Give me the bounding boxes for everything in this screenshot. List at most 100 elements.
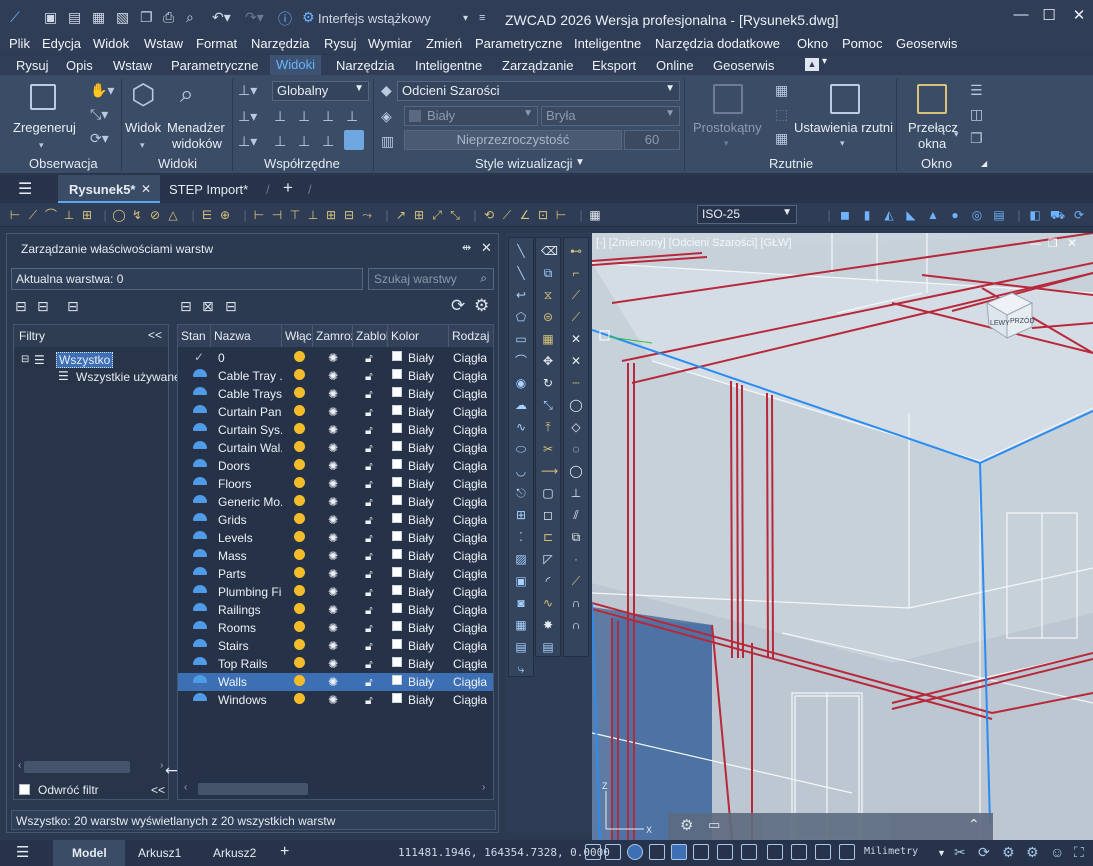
circle-center-icon[interactable]: ◉ bbox=[514, 376, 528, 390]
viewport-controls-label[interactable]: [-] [Zmieniony] [Odcieni Szarości] [GŁW] bbox=[596, 237, 792, 249]
scroll-left-icon[interactable]: ‹ bbox=[18, 760, 21, 771]
menu-item[interactable]: Widok bbox=[93, 36, 129, 51]
refresh-icon[interactable]: ⟳ bbox=[451, 296, 465, 316]
layer-linetype[interactable]: Ciągła bbox=[453, 369, 487, 383]
cascade-icon[interactable]: ❐ bbox=[970, 130, 983, 146]
menu-item[interactable]: Inteligentne bbox=[574, 36, 641, 51]
column-header-name[interactable]: Nazwa bbox=[211, 325, 282, 347]
layer-linetype[interactable]: Ciągła bbox=[453, 423, 487, 437]
properties-icon[interactable]: ▤ bbox=[541, 640, 555, 654]
viewport-settings-icon[interactable] bbox=[830, 84, 860, 114]
lightbulb-icon[interactable] bbox=[294, 405, 305, 416]
layer-name[interactable]: Floors bbox=[218, 477, 282, 491]
dim-update-icon[interactable]: ⟲ bbox=[482, 208, 496, 222]
unlock-icon[interactable]: 🔓︎ bbox=[365, 531, 373, 546]
layer-linetype[interactable]: Ciągła bbox=[453, 585, 487, 599]
set-current-layer-icon[interactable]: ⊟ bbox=[225, 298, 237, 315]
unlock-icon[interactable]: 🔓︎ bbox=[365, 369, 373, 384]
layer-status-icon[interactable] bbox=[193, 585, 207, 593]
dynamic-input-icon[interactable] bbox=[717, 844, 733, 860]
layer-name[interactable]: Railings bbox=[218, 603, 282, 617]
layer-name[interactable]: Cable Tray ... bbox=[218, 369, 282, 383]
workspace-dropdown-icon[interactable]: ▾ bbox=[463, 13, 468, 24]
layer-name[interactable]: Generic Mo... bbox=[218, 495, 282, 509]
doc-tab-step-import[interactable]: STEP Import* bbox=[169, 182, 248, 197]
ellipse-icon[interactable]: ⬭ bbox=[514, 442, 528, 456]
command-line-bar[interactable]: ⚙ ▭ ⌃ bbox=[668, 813, 993, 840]
workspace-icon[interactable]: ⚙ bbox=[1026, 844, 1039, 861]
pan-icon[interactable]: ✋▾ bbox=[90, 82, 114, 98]
model-3d-view[interactable]: LEWY PRZÓD Z X bbox=[592, 233, 1093, 840]
sun-icon[interactable]: ✺ bbox=[328, 675, 338, 689]
layer-status-icon[interactable] bbox=[193, 621, 207, 629]
view-manager-button-line2[interactable]: widoków bbox=[172, 136, 222, 151]
unlock-icon[interactable]: 🔓︎ bbox=[365, 621, 373, 636]
mirror-icon[interactable]: ⧖ bbox=[541, 288, 555, 302]
arc-icon[interactable]: ⌒ bbox=[514, 354, 528, 368]
undo-icon[interactable]: ↶▾ bbox=[212, 9, 231, 26]
lightbulb-icon[interactable] bbox=[294, 459, 305, 470]
color-swatch[interactable] bbox=[392, 603, 402, 613]
column-header-linetype[interactable]: Rodzaj li bbox=[449, 325, 493, 347]
car-icon[interactable]: ⛟ bbox=[1050, 208, 1065, 222]
layer-status-icon[interactable] bbox=[193, 387, 207, 395]
array-icon[interactable]: ▦ bbox=[541, 332, 555, 346]
layer-name[interactable]: Curtain Sys... bbox=[218, 423, 282, 437]
layer-color[interactable]: Biały bbox=[408, 549, 434, 563]
ucs-x-icon[interactable]: ⊥ bbox=[274, 108, 286, 124]
tab-wstaw[interactable]: Wstaw bbox=[113, 58, 152, 73]
table-row[interactable]: Walls ✺ 🔓︎ Biały Ciągła bbox=[178, 673, 493, 691]
tab-widoki[interactable]: Widoki bbox=[270, 55, 322, 75]
table-row[interactable]: Levels ✺ 🔓︎ Biały Ciągła bbox=[178, 529, 493, 547]
polar-icon[interactable] bbox=[649, 844, 665, 860]
sun-icon[interactable]: ✺ bbox=[328, 495, 338, 509]
dim-space-icon[interactable]: ⊤ bbox=[288, 208, 302, 222]
layer-color[interactable]: Biały bbox=[408, 387, 434, 401]
ortho-icon[interactable] bbox=[627, 844, 643, 860]
gear-icon[interactable]: ⚙ bbox=[680, 816, 693, 834]
print-icon[interactable]: ⎙ bbox=[163, 9, 174, 26]
face-style-icon[interactable]: ◈ bbox=[381, 108, 392, 124]
group-window-launcher-icon[interactable]: ◢ bbox=[981, 159, 987, 168]
sun-icon[interactable]: ✺ bbox=[328, 441, 338, 455]
column-header-lock[interactable]: Zablok bbox=[353, 325, 388, 347]
lightbulb-icon[interactable] bbox=[294, 441, 305, 452]
dim-baseline-icon[interactable]: ⊢ bbox=[252, 208, 266, 222]
units-dropdown-icon[interactable]: ▼ bbox=[937, 848, 946, 858]
lightbulb-icon[interactable] bbox=[294, 369, 305, 380]
sun-icon[interactable]: ✺ bbox=[328, 405, 338, 419]
leader-icon[interactable]: ↗ bbox=[394, 208, 408, 222]
sphere-icon[interactable]: ● bbox=[948, 208, 962, 222]
search-input[interactable]: Szukaj warstwy ⌕ bbox=[368, 268, 494, 290]
add-selected-icon[interactable]: ⤷ bbox=[514, 662, 528, 676]
isolate-icon[interactable] bbox=[839, 844, 855, 860]
visual-style-combo[interactable]: Odcieni Szarości ▼ bbox=[397, 81, 680, 101]
sun-icon[interactable]: ✺ bbox=[328, 423, 338, 437]
switch-window-button[interactable]: Przełącz bbox=[908, 120, 958, 135]
tab-layout2[interactable]: Arkusz2 bbox=[213, 846, 256, 860]
layer-linetype[interactable]: Ciągła bbox=[453, 531, 487, 545]
viewport-join-icon[interactable]: ▦ bbox=[775, 82, 788, 98]
lightbulb-icon[interactable] bbox=[294, 693, 305, 704]
layer-status-icon[interactable] bbox=[193, 657, 207, 665]
layer-name[interactable]: Parts bbox=[218, 567, 282, 581]
view-cube-icon[interactable]: ⬡ bbox=[131, 80, 155, 110]
layer-color[interactable]: Biały bbox=[408, 477, 434, 491]
layer-status-icon[interactable] bbox=[193, 369, 207, 377]
command-prompt-icon[interactable]: ▭ bbox=[708, 817, 720, 833]
ucs-icon[interactable]: ⊥▾ bbox=[238, 82, 257, 98]
preview-icon[interactable]: ⌕ bbox=[186, 9, 194, 26]
help-icon[interactable]: ⓘ bbox=[278, 9, 292, 29]
view-manager-button[interactable]: Menadżer bbox=[167, 120, 225, 135]
line-icon[interactable]: ╲ bbox=[514, 244, 528, 258]
ray-icon[interactable]: ╲ bbox=[514, 266, 528, 280]
sun-icon[interactable]: ✺ bbox=[328, 657, 338, 671]
regen-dropdown-icon[interactable]: ▾ bbox=[39, 137, 44, 153]
color-combo[interactable]: Biały ▼ bbox=[404, 106, 538, 126]
lightbulb-icon[interactable] bbox=[294, 675, 305, 686]
menu-item[interactable]: Plik bbox=[9, 36, 30, 51]
table-row[interactable]: Cable Tray ... ✺ 🔓︎ Biały Ciągła bbox=[178, 367, 493, 385]
color-swatch[interactable] bbox=[392, 621, 402, 631]
dim-aligned-icon[interactable]: ⟋ bbox=[26, 208, 40, 222]
layer-linetype[interactable]: Ciągła bbox=[453, 513, 487, 527]
